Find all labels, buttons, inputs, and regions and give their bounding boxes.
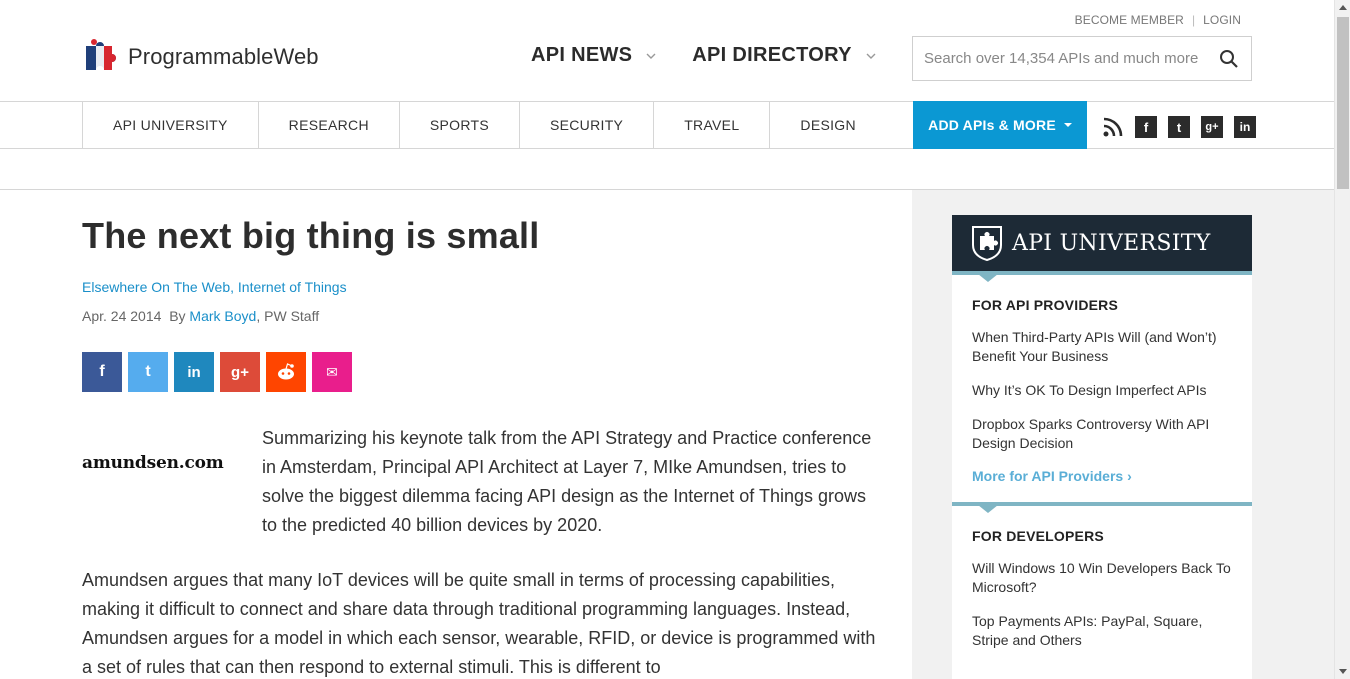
page-scrollbar[interactable] <box>1334 0 1350 679</box>
category-research[interactable]: RESEARCH <box>257 102 399 148</box>
site-header: BECOME MEMBER | LOGIN ProgrammableWeb API … <box>0 0 1334 101</box>
intro-paragraph: Summarizing his keynote talk from the AP… <box>262 428 872 535</box>
category-sports[interactable]: SPORTS <box>398 102 519 148</box>
category-security[interactable]: SECURITY <box>519 102 653 148</box>
twitter-icon[interactable]: t <box>1168 116 1190 138</box>
body-paragraph: Amundsen argues that many IoT devices wi… <box>82 570 876 677</box>
api-university-widget: API UNIVERSITY FOR API PROVIDERS When Th… <box>952 215 1252 679</box>
article-categories[interactable]: Elsewhere On The Web, Internet of Things <box>82 279 882 295</box>
api-university-header[interactable]: API UNIVERSITY <box>952 215 1252 275</box>
share-buttons: f t in g+ ✉ <box>82 352 882 392</box>
category-list: API UNIVERSITY RESEARCH SPORTS SECURITY … <box>82 102 959 148</box>
chevron-down-icon <box>866 53 876 59</box>
google-plus-share-icon[interactable]: g+ <box>220 352 260 392</box>
sidebar-link[interactable]: Top Payments APIs: PayPal, Square, Strip… <box>972 612 1232 650</box>
category-travel[interactable]: TRAVEL <box>653 102 769 148</box>
author-suffix: , PW Staff <box>256 308 320 324</box>
section-notch <box>978 505 998 513</box>
article-intro: amundsen.com Summarizing his keynote tal… <box>82 424 882 540</box>
social-links: f t g+ in <box>1102 116 1256 138</box>
category-nav: API UNIVERSITY RESEARCH SPORTS SECURITY … <box>0 101 1334 149</box>
section-notch <box>978 274 998 282</box>
for-developers-section: FOR DEVELOPERS Will Windows 10 Win Devel… <box>952 502 1252 679</box>
rss-icon[interactable] <box>1102 116 1124 138</box>
sidebar-link[interactable]: When Third-Party APIs Will (and Won’t) B… <box>972 328 1232 366</box>
section-heading: FOR API PROVIDERS <box>972 297 1119 313</box>
sidebar-link[interactable]: Will Windows 10 Win Developers Back To M… <box>972 559 1232 597</box>
account-links: BECOME MEMBER | LOGIN <box>1075 13 1241 27</box>
article-thumbnail: amundsen.com <box>82 453 224 473</box>
add-apis-label: ADD APIs & MORE <box>928 117 1056 133</box>
login-link[interactable]: LOGIN <box>1203 13 1241 27</box>
sidebar-link[interactable]: Why It’s OK To Design Imperfect APIs <box>972 381 1232 400</box>
more-for-api-providers-link[interactable]: More for API Providers › <box>972 468 1232 484</box>
reddit-share-icon[interactable] <box>266 352 306 392</box>
facebook-share-icon[interactable]: f <box>82 352 122 392</box>
for-api-providers-section: FOR API PROVIDERS When Third-Party APIs … <box>952 274 1252 502</box>
section-heading: FOR DEVELOPERS <box>972 528 1104 544</box>
puzzle-crest-icon <box>972 226 1002 262</box>
google-plus-icon[interactable]: g+ <box>1201 116 1223 138</box>
article-meta: Apr. 24 2014 By Mark Boyd, PW Staff <box>82 308 882 324</box>
sidebar-link[interactable]: Dropbox Sparks Controversy With API Desi… <box>972 415 1232 453</box>
site-logo[interactable]: ProgrammableWeb <box>82 36 319 78</box>
category-api-university[interactable]: API UNIVERSITY <box>82 102 258 148</box>
nav-api-directory[interactable]: API DIRECTORY <box>692 44 876 67</box>
search-box <box>912 36 1252 81</box>
scrollbar-thumb[interactable] <box>1337 17 1349 189</box>
email-share-icon[interactable]: ✉ <box>312 352 352 392</box>
puzzle-logo-icon <box>86 39 116 70</box>
separator: | <box>1191 13 1196 27</box>
caret-down-icon <box>1063 123 1072 127</box>
byline-prefix: By <box>169 308 186 324</box>
nav-api-news-label: API NEWS <box>531 44 633 66</box>
author-link[interactable]: Mark Boyd <box>189 308 256 324</box>
scroll-down-arrow-icon[interactable] <box>1339 669 1347 674</box>
search-input[interactable] <box>913 50 1203 67</box>
linkedin-share-icon[interactable]: in <box>174 352 214 392</box>
article-date: Apr. 24 2014 <box>82 308 162 324</box>
article-title: The next big thing is small <box>82 215 540 256</box>
logo-text: ProgrammableWeb <box>128 44 319 69</box>
scroll-up-arrow-icon[interactable] <box>1339 5 1347 10</box>
chevron-down-icon <box>646 53 656 59</box>
twitter-share-icon[interactable]: t <box>128 352 168 392</box>
facebook-icon[interactable]: f <box>1135 116 1157 138</box>
search-icon[interactable] <box>1219 49 1239 69</box>
nav-api-directory-label: API DIRECTORY <box>692 44 852 66</box>
become-member-link[interactable]: BECOME MEMBER <box>1075 13 1184 27</box>
add-apis-button[interactable]: ADD APIs & MORE <box>913 101 1087 149</box>
linkedin-icon[interactable]: in <box>1234 116 1256 138</box>
main-nav: API NEWS API DIRECTORY <box>531 44 876 67</box>
api-university-title: API UNIVERSITY <box>1012 230 1211 256</box>
article: The next big thing is small Elsewhere On… <box>82 215 882 679</box>
nav-api-news[interactable]: API NEWS <box>531 44 656 67</box>
